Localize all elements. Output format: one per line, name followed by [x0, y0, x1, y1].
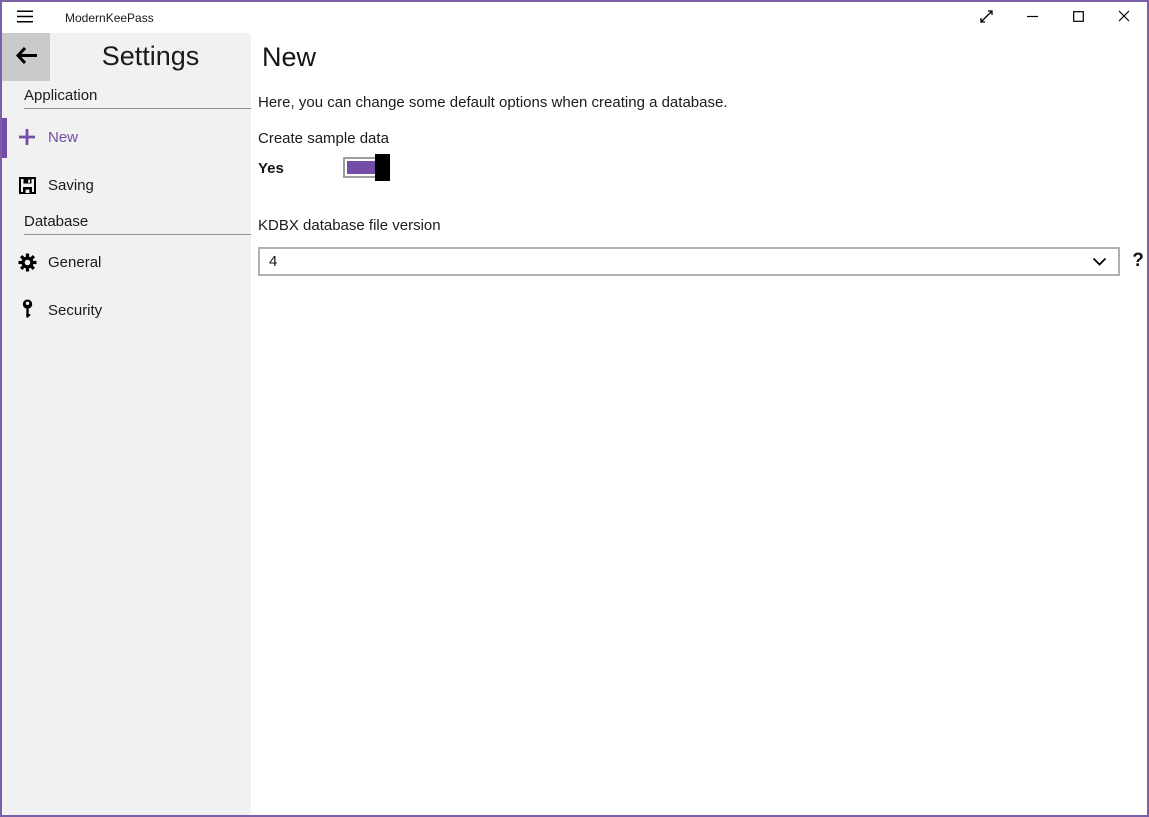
section-label-database: Database: [24, 213, 251, 235]
maximize-icon: [1073, 10, 1084, 25]
kdbx-version-help-button[interactable]: ?: [1129, 246, 1147, 276]
sidebar-item-saving[interactable]: Saving: [2, 161, 251, 209]
window-title: ModernKeePass: [65, 11, 154, 25]
page-description: Here, you can change some default option…: [258, 94, 727, 111]
back-button[interactable]: [2, 33, 50, 81]
kdbx-version-dropdown[interactable]: 4: [258, 247, 1120, 276]
sidebar-item-label: Security: [48, 302, 102, 319]
settings-sidebar: Settings Application New Saving Databas: [2, 33, 251, 815]
sidebar-item-label: New: [48, 129, 78, 146]
close-button[interactable]: [1101, 2, 1147, 33]
toggle-thumb[interactable]: [375, 154, 390, 181]
sidebar-heading: Settings: [50, 41, 251, 72]
create-sample-data-toggle[interactable]: [343, 157, 390, 178]
back-arrow-icon: [15, 46, 38, 68]
hamburger-icon: [17, 10, 33, 26]
kdbx-version-label: KDBX database file version: [258, 217, 441, 234]
minimize-icon: [1027, 10, 1038, 25]
sidebar-item-label: Saving: [48, 177, 94, 194]
hamburger-menu-button[interactable]: [2, 2, 48, 33]
chevron-down-icon: [1092, 257, 1107, 266]
fullscreen-button[interactable]: [963, 2, 1009, 33]
key-icon: [16, 299, 38, 321]
sidebar-item-new[interactable]: New: [2, 113, 251, 161]
sidebar-item-label: General: [48, 254, 101, 271]
close-icon: [1118, 10, 1130, 25]
save-icon: [16, 177, 38, 194]
maximize-button[interactable]: [1055, 2, 1101, 33]
toggle-state-label: Yes: [258, 160, 284, 177]
page-title: New: [262, 42, 316, 73]
create-sample-data-label: Create sample data: [258, 130, 389, 147]
titlebar: ModernKeePass: [2, 2, 1147, 33]
plus-icon: [16, 128, 38, 146]
app-window: ModernKeePass: [0, 0, 1149, 817]
selection-indicator: [2, 118, 7, 158]
dropdown-selected-value: 4: [269, 253, 1092, 270]
minimize-button[interactable]: [1009, 2, 1055, 33]
window-controls: [963, 2, 1147, 33]
section-label-application: Application: [24, 87, 251, 109]
sidebar-item-security[interactable]: Security: [2, 286, 251, 334]
expand-diagonal-icon: [980, 10, 993, 26]
sidebar-item-general[interactable]: General: [2, 238, 251, 286]
gear-icon: [16, 253, 38, 272]
settings-page-new: New Here, you can change some default op…: [251, 33, 1147, 815]
